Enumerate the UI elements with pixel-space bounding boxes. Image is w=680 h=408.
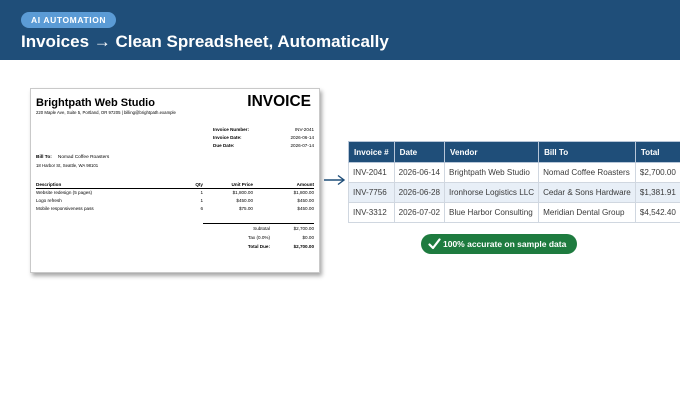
bill-to-label: Bill To: (36, 155, 52, 160)
total-due-row: Total Due: $2,700.00 (203, 242, 314, 251)
table-row: INV-3312 2026-07-02 Blue Harbor Consulti… (348, 202, 680, 223)
item-unit-price: $75.00 (238, 206, 253, 211)
spreadsheet-table: Invoice # Date Vendor Bill To Total INV-… (348, 141, 680, 223)
page-title: Invoices → Clean Spreadsheet, Automatica… (21, 32, 389, 51)
subtotal-row: Subtotal $2,700.00 (203, 224, 314, 233)
invoice-company-address: 220 Maple Ave, Suite 5, Portland, OR 972… (36, 110, 176, 115)
line-item-row: Website redesign (5 pages) 1 $1,800.00 $… (36, 189, 314, 197)
column-header-date: Date (393, 141, 446, 163)
item-unit-price: $450.00 (236, 198, 253, 203)
column-header-qty: Qty (195, 182, 203, 187)
column-header-total: Total (634, 141, 680, 163)
cell-vendor: Ironhorse Logistics LLC (444, 182, 540, 203)
invoice-meta-row: Invoice Number: INV-2041 (213, 127, 314, 134)
bill-to-line: Bill To: Nomad Coffee Roasters (36, 155, 109, 160)
cell-vendor: Brightpath Web Studio (444, 162, 540, 183)
item-description: Website redesign (5 pages) (36, 190, 93, 195)
item-amount: $1,800.00 (293, 190, 314, 195)
cell-bill-to: Cedar & Sons Hardware (538, 182, 636, 203)
line-items-header: Description Qty Unit Price Amount (36, 181, 314, 189)
invoice-meta-row: Due Date: 2026-07-14 (213, 143, 314, 150)
column-header-description: Description (36, 182, 62, 187)
column-header-invoice-number: Invoice # (348, 141, 395, 163)
invoice-number-label: Invoice Number: (213, 127, 249, 132)
column-header-amount: Amount (296, 182, 314, 187)
due-date-label: Due Date: (213, 143, 235, 148)
cell-date: 2026-06-14 (393, 162, 446, 183)
header-banner: AI AUTOMATION Invoices → Clean Spreadshe… (0, 0, 680, 60)
bill-to-name: Nomad Coffee Roasters (57, 155, 110, 160)
tax-value: $0.00 (302, 235, 315, 240)
subtotal-label: Subtotal (253, 226, 270, 231)
invoice-totals: Subtotal $2,700.00 Tax (0.0%) $0.00 Tota… (203, 223, 314, 251)
item-amount: $450.00 (297, 206, 314, 211)
accuracy-badge-text: 100% accurate on sample data (443, 239, 567, 249)
subtotal-value: $2,700.00 (293, 226, 314, 231)
cell-total: $2,700.00 (634, 162, 680, 183)
item-unit-price: $1,800.00 (232, 190, 253, 195)
arrow-right-icon (324, 174, 346, 186)
spreadsheet-header-row: Invoice # Date Vendor Bill To Total (348, 141, 680, 163)
cell-invoice-number: INV-3312 (348, 202, 395, 223)
table-row: INV-7756 2026-06-28 Ironhorse Logistics … (348, 182, 680, 203)
invoice-date-label: Invoice Date: (213, 135, 242, 140)
checkmark-icon (428, 238, 441, 250)
cell-bill-to: Meridian Dental Group (538, 202, 636, 223)
bill-to-address: 18 Harbor St, Seattle, WA 98101 (36, 163, 99, 168)
column-header-vendor: Vendor (444, 141, 540, 163)
invoice-meta-row: Invoice Date: 2026-06-14 (213, 135, 314, 142)
accuracy-badge: 100% accurate on sample data (421, 234, 577, 254)
due-date-value: 2026-07-14 (290, 143, 315, 148)
item-qty: 1 (200, 190, 203, 195)
invoice-number-value: INV-2041 (294, 127, 314, 132)
invoice-title: INVOICE (247, 93, 311, 110)
total-due-label: Total Due: (247, 244, 270, 249)
item-qty: 1 (200, 198, 203, 203)
line-item-row: Mobile responsiveness pass 6 $75.00 $450… (36, 205, 314, 213)
cell-vendor: Blue Harbor Consulting (444, 202, 540, 223)
invoice-document: Brightpath Web Studio 220 Maple Ave, Sui… (30, 88, 320, 273)
cell-invoice-number: INV-7756 (348, 182, 395, 203)
tax-label: Tax (0.0%) (248, 235, 270, 240)
item-description: Mobile responsiveness pass (36, 206, 94, 211)
ai-automation-badge: AI AUTOMATION (21, 12, 117, 28)
cell-bill-to: Nomad Coffee Roasters (538, 162, 636, 183)
invoice-company-name: Brightpath Web Studio (36, 97, 155, 109)
cell-invoice-number: INV-2041 (348, 162, 395, 183)
invoice-date-value: 2026-06-14 (290, 135, 315, 140)
tax-row: Tax (0.0%) $0.00 (203, 233, 314, 242)
column-header-bill-to: Bill To (538, 141, 636, 163)
cell-date: 2026-07-02 (393, 202, 446, 223)
total-due-value: $2,700.00 (293, 244, 314, 249)
item-qty: 6 (200, 206, 203, 211)
line-items-table: Description Qty Unit Price Amount Websit… (36, 181, 314, 213)
cell-total: $1,381.91 (634, 182, 680, 203)
cell-total: $4,542.40 (634, 202, 680, 223)
column-header-unit-price: Unit Price (231, 182, 253, 187)
table-row: INV-2041 2026-06-14 Brightpath Web Studi… (348, 162, 680, 183)
item-description: Logo refresh (36, 198, 62, 203)
item-amount: $450.00 (297, 198, 314, 203)
line-item-row: Logo refresh 1 $450.00 $450.00 (36, 197, 314, 205)
cell-date: 2026-06-28 (393, 182, 446, 203)
